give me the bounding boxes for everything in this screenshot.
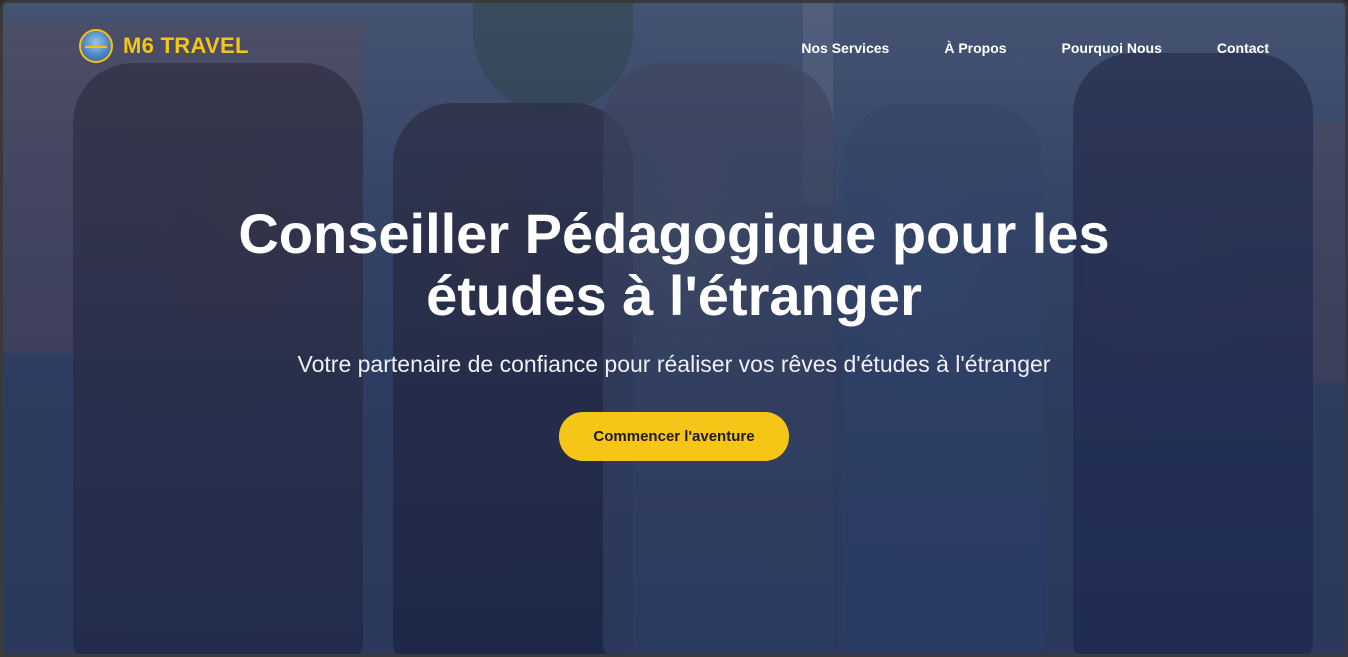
nav-link-services[interactable]: Nos Services	[801, 40, 889, 56]
brand-home-link[interactable]: M6 TRAVEL	[79, 29, 249, 63]
main-nav: Nos Services À Propos Pourquoi Nous Cont…	[801, 40, 1269, 56]
nav-link-why-us[interactable]: Pourquoi Nous	[1062, 40, 1162, 56]
start-adventure-button[interactable]: Commencer l'aventure	[559, 412, 789, 461]
brand-name: M6 TRAVEL	[123, 33, 249, 58]
hero-section: Conseiller Pédagogique pour les études à…	[3, 203, 1345, 461]
nav-link-about[interactable]: À Propos	[944, 40, 1006, 56]
hero-subtitle: Votre partenaire de confiance pour réali…	[297, 351, 1051, 377]
globe-airplane-icon	[79, 29, 113, 63]
nav-link-contact[interactable]: Contact	[1217, 40, 1269, 56]
hero-title: Conseiller Pédagogique pour les études à…	[238, 202, 1110, 327]
browser-viewport: M6 TRAVEL Nos Services À Propos Pourquoi…	[0, 0, 1348, 657]
navbar: M6 TRAVEL Nos Services À Propos Pourquoi…	[3, 3, 1345, 93]
